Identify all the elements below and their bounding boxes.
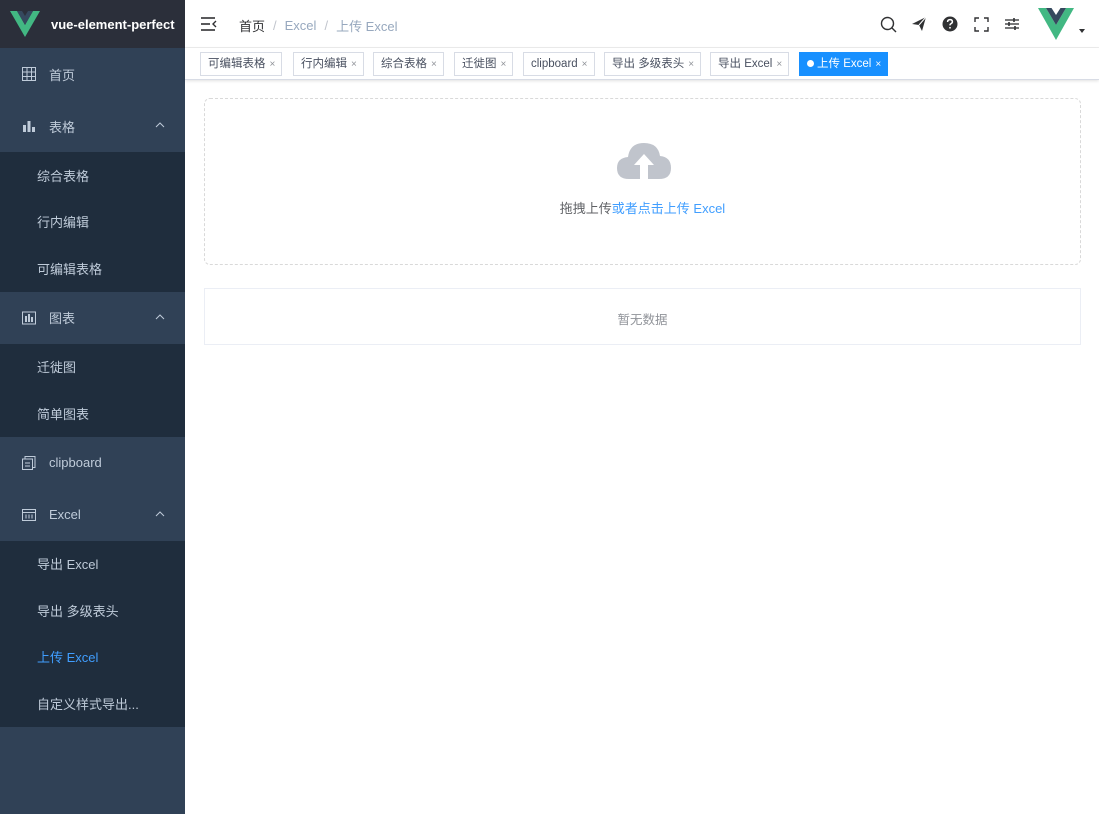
upload-hint: 拖拽上传或者点击上传 Excel — [205, 198, 1080, 217]
tag-label: 上传 Excel — [817, 58, 872, 70]
close-icon[interactable]: × — [582, 59, 588, 70]
tag-item[interactable]: 迁徙图 × — [454, 52, 514, 76]
sidebar-subitem[interactable]: 自定义样式导出... — [0, 680, 185, 727]
tag-label: 导出 Excel — [718, 58, 773, 70]
submenu-excel: 导出 Excel 导出 多级表头 上传 Excel 自定义样式导出... — [0, 540, 185, 727]
grid-icon — [21, 66, 37, 82]
sidebar-subitem[interactable]: 行内编辑 — [0, 199, 185, 246]
close-icon[interactable]: × — [501, 59, 507, 70]
upload-hint-text: 拖拽上传 — [559, 201, 612, 216]
sidebar-item-table[interactable]: 表格 — [0, 100, 185, 152]
tag-item[interactable]: 综合表格 × — [373, 52, 444, 76]
breadcrumb-item[interactable]: 首页 — [239, 16, 265, 35]
upload-click-link[interactable]: 或者点击上传 Excel — [612, 201, 725, 216]
menu-fold-icon[interactable] — [200, 15, 218, 33]
tag-label: 行内编辑 — [301, 58, 347, 70]
sidebar-subitem[interactable]: 简单图表 — [0, 390, 185, 437]
chevron-up-icon — [155, 510, 165, 516]
bar-chart-icon — [21, 118, 37, 134]
sidebar-subitem-active[interactable]: 上传 Excel — [0, 634, 185, 681]
tag-label: 导出 多级表头 — [612, 58, 685, 70]
close-icon[interactable]: × — [351, 59, 357, 70]
submenu-chart: 迁徙图 简单图表 — [0, 343, 185, 437]
sidebar-subitem[interactable]: 导出 Excel — [0, 541, 185, 588]
tag-label: 综合表格 — [381, 58, 427, 70]
close-icon[interactable]: × — [688, 59, 694, 70]
tag-item[interactable]: 可编辑表格 × — [200, 52, 283, 76]
tag-label: 可编辑表格 — [208, 58, 266, 70]
tags-view: 可编辑表格 × 行内编辑 × 综合表格 × 迁徙图 × clipboard × 导出 多级… — [185, 48, 1099, 80]
send-icon[interactable] — [910, 15, 928, 33]
close-icon[interactable]: × — [270, 59, 276, 70]
table-empty-text: 暂无数据 — [617, 313, 668, 327]
sidebar-item-label: clipboard — [49, 455, 102, 470]
sidebar-subitem[interactable]: 迁徙图 — [0, 344, 185, 391]
active-dot-icon — [807, 60, 814, 67]
tag-item[interactable]: 行内编辑 × — [293, 52, 364, 76]
logo-area[interactable]: vue-element-perfect — [0, 0, 185, 48]
sidebar-item-label: 图表 — [49, 311, 76, 326]
app-title: vue-element-perfect — [51, 16, 175, 32]
breadcrumb-separator: / — [324, 18, 329, 33]
sidebar-item-label: 首页 — [49, 67, 76, 83]
upload-cloud-icon — [617, 143, 671, 179]
caret-down-icon[interactable] — [1078, 27, 1086, 35]
sidebar-item-home[interactable]: 首页 — [0, 48, 185, 100]
upload-dropzone[interactable]: 拖拽上传或者点击上传 Excel — [204, 98, 1081, 265]
sidebar-item-clipboard[interactable]: clipboard — [0, 436, 185, 489]
sidebar-subitem[interactable]: 可编辑表格 — [0, 245, 185, 292]
sidebar-item-label: 表格 — [49, 119, 76, 135]
tag-item[interactable]: 导出 多级表头 × — [604, 52, 702, 76]
fullscreen-icon[interactable] — [972, 15, 990, 33]
breadcrumb-separator: / — [273, 18, 277, 33]
sidebar-item-chart[interactable]: 图表 — [0, 291, 185, 344]
tag-item[interactable]: clipboard × — [523, 52, 595, 76]
help-icon[interactable] — [941, 15, 959, 33]
sidebar: vue-element-perfect 首页 表格 综合表格 行内编辑 可编辑表… — [0, 0, 185, 814]
submenu-table: 综合表格 行内编辑 可编辑表格 — [0, 152, 185, 292]
avatar[interactable] — [1038, 7, 1074, 41]
chevron-up-icon — [155, 313, 165, 319]
tag-label: clipboard — [531, 58, 578, 70]
clipboard-icon — [21, 455, 37, 471]
sidebar-subitem[interactable]: 综合表格 — [0, 152, 185, 199]
excel-icon — [21, 507, 37, 523]
search-icon[interactable] — [879, 15, 897, 33]
breadcrumb: 首页 / Excel / 上传 Excel — [239, 16, 397, 35]
chevron-up-icon — [155, 122, 165, 128]
close-icon[interactable]: × — [875, 59, 881, 70]
close-icon[interactable]: × — [431, 59, 437, 70]
sidebar-subitem[interactable]: 导出 多级表头 — [0, 587, 185, 634]
nav-toolbar — [879, 0, 1099, 48]
tag-item-active[interactable]: 上传 Excel × — [799, 52, 889, 76]
data-table: 暂无数据 — [204, 288, 1081, 345]
sidebar-item-excel[interactable]: Excel — [0, 488, 185, 541]
tag-label: 迁徙图 — [462, 58, 497, 70]
tag-item[interactable]: 导出 Excel × — [710, 52, 790, 76]
close-icon[interactable]: × — [776, 59, 782, 70]
sidebar-item-label: Excel — [49, 507, 81, 522]
chart-icon — [21, 310, 37, 326]
breadcrumb-item: Excel — [284, 18, 317, 33]
navbar: 首页 / Excel / 上传 Excel — [185, 0, 1099, 48]
vue-logo-icon — [10, 11, 40, 37]
breadcrumb-item: 上传 Excel — [336, 19, 398, 34]
settings-sliders-icon[interactable] — [1003, 15, 1021, 33]
